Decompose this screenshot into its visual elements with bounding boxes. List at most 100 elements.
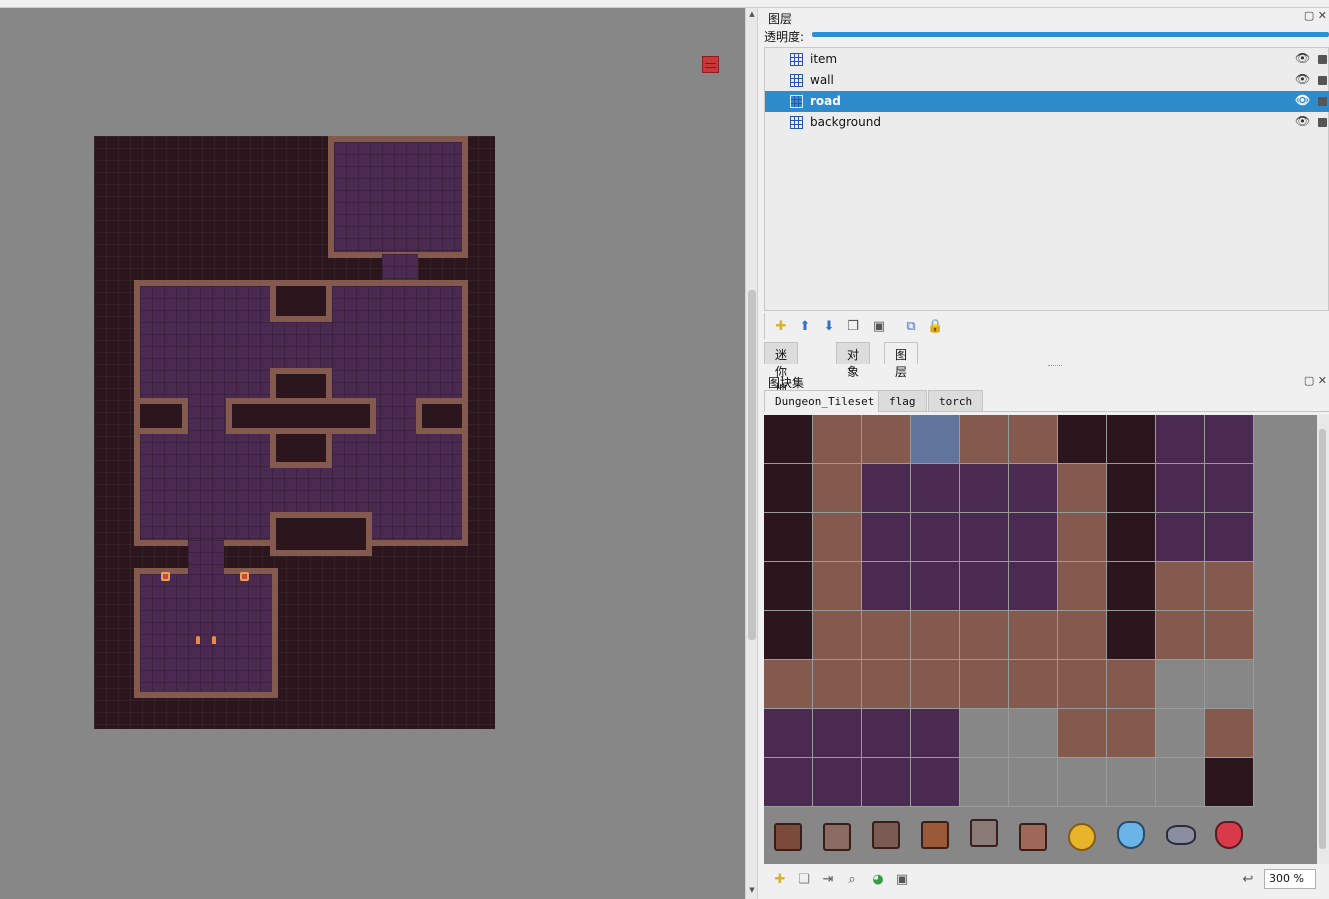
tile-map[interactable] — [94, 136, 495, 729]
tile-cell[interactable] — [1058, 415, 1107, 464]
opacity-slider[interactable] — [812, 32, 1329, 37]
tile-cell[interactable] — [862, 464, 911, 513]
tile-cell[interactable] — [813, 415, 862, 464]
tile-cell[interactable] — [1205, 513, 1254, 562]
tile-cell[interactable] — [960, 513, 1009, 562]
map-canvas[interactable] — [0, 8, 745, 899]
tile-cell[interactable] — [764, 513, 813, 562]
tile-cell[interactable] — [1058, 464, 1107, 513]
tile-cell[interactable] — [911, 415, 960, 464]
chest-icon[interactable] — [921, 821, 949, 849]
scroll-up-icon[interactable]: ▲ — [748, 10, 756, 18]
tile-cell[interactable] — [1205, 611, 1254, 660]
coin-icon[interactable] — [1068, 823, 1096, 851]
tab-layers[interactable]: 图层 — [884, 342, 919, 379]
tile-cell[interactable] — [764, 464, 813, 513]
tile-cell[interactable] — [862, 562, 911, 611]
new-tileset-icon[interactable]: ✚ — [772, 872, 788, 888]
scrollbar-thumb[interactable] — [748, 290, 756, 640]
tile-cell[interactable] — [1009, 709, 1058, 758]
tile-cell[interactable] — [1156, 660, 1205, 709]
tile-cell[interactable] — [1205, 464, 1254, 513]
tile-cell[interactable] — [960, 660, 1009, 709]
tile-cell[interactable] — [862, 611, 911, 660]
tile-cell[interactable] — [960, 415, 1009, 464]
chest-open-icon[interactable] — [970, 819, 998, 847]
terrain-icon[interactable]: ◕ — [870, 872, 886, 888]
tile-cell[interactable] — [1156, 611, 1205, 660]
tile-cell[interactable] — [1156, 513, 1205, 562]
tile-cell[interactable] — [813, 709, 862, 758]
tile-cell[interactable] — [1058, 611, 1107, 660]
layer-row-item[interactable]: item 👁 — [765, 49, 1329, 70]
tile-cell[interactable] — [764, 758, 813, 807]
tile-cell[interactable] — [1009, 562, 1058, 611]
arrow-up-icon[interactable]: ⬆ — [797, 319, 813, 335]
tile-cell[interactable] — [911, 513, 960, 562]
chest-icon[interactable] — [774, 823, 802, 851]
chest-open-icon[interactable] — [872, 821, 900, 849]
tile-cell[interactable] — [1156, 709, 1205, 758]
tile-cell[interactable] — [1058, 562, 1107, 611]
tileset-properties-icon[interactable]: ⌕ — [844, 872, 860, 888]
tile-cell[interactable] — [1009, 611, 1058, 660]
new-layer-icon[interactable]: ✚ — [773, 319, 789, 335]
tile-cell[interactable] — [813, 758, 862, 807]
lock-icon[interactable] — [1318, 76, 1327, 85]
tile-cell[interactable] — [1107, 464, 1156, 513]
merge-layer-icon[interactable]: ⧉ — [903, 319, 919, 335]
chest-icon[interactable] — [1019, 823, 1047, 851]
tile-cell[interactable] — [960, 611, 1009, 660]
tile-cell[interactable] — [862, 660, 911, 709]
tile-cell[interactable] — [764, 562, 813, 611]
tile-cell[interactable] — [1058, 758, 1107, 807]
tile-cell[interactable] — [764, 415, 813, 464]
dock-float-close-icon[interactable]: ▢ ✕ — [1304, 374, 1327, 387]
tile-cell[interactable] — [813, 513, 862, 562]
red-potion-icon[interactable] — [1215, 821, 1243, 849]
eye-icon[interactable]: 👁 — [1295, 52, 1310, 65]
tile-cell[interactable] — [960, 709, 1009, 758]
tile-cell[interactable] — [813, 611, 862, 660]
tile-cell[interactable] — [1009, 660, 1058, 709]
tile-cell[interactable] — [1009, 513, 1058, 562]
tileset-scrollbar[interactable] — [1317, 415, 1329, 864]
tile-cell[interactable] — [764, 660, 813, 709]
tile-cell[interactable] — [1107, 562, 1156, 611]
tile-cell[interactable] — [911, 758, 960, 807]
tile-cell[interactable] — [862, 513, 911, 562]
tile-cell[interactable] — [1205, 415, 1254, 464]
tile-cell[interactable] — [1058, 513, 1107, 562]
tile-cell[interactable] — [1107, 513, 1156, 562]
tile-cell[interactable] — [813, 562, 862, 611]
lock-icon[interactable] — [1318, 55, 1327, 64]
tile-cell[interactable] — [1205, 709, 1254, 758]
blue-potion-icon[interactable] — [1117, 821, 1145, 849]
tile-cell[interactable] — [1009, 758, 1058, 807]
export-icon[interactable]: ⇥ — [820, 872, 836, 888]
canvas-scrollbar[interactable]: ▲ ▼ — [745, 8, 758, 899]
zoom-select[interactable]: 300 % — [1264, 869, 1316, 889]
chest-icon[interactable] — [823, 823, 851, 851]
trash-icon[interactable]: ▣ — [871, 319, 887, 335]
tile-cell[interactable] — [911, 464, 960, 513]
tab-objects[interactable]: 对象 — [836, 342, 871, 379]
tile-cell[interactable] — [960, 758, 1009, 807]
dock-float-close-icon[interactable]: ▢ ✕ — [1304, 9, 1327, 22]
tile-cell[interactable] — [764, 611, 813, 660]
arrow-down-icon[interactable]: ⬇ — [821, 319, 837, 335]
tab-dungeon-tileset[interactable]: Dungeon_Tileset — [764, 390, 886, 412]
tile-cell[interactable] — [1156, 415, 1205, 464]
tile-cell[interactable] — [764, 709, 813, 758]
lock-icon[interactable] — [1318, 118, 1327, 127]
tile-cell[interactable] — [911, 562, 960, 611]
tile-cell[interactable] — [1205, 562, 1254, 611]
tile-cell[interactable] — [1107, 758, 1156, 807]
layer-row-wall[interactable]: wall 👁 — [765, 70, 1329, 91]
lock-icon[interactable] — [1318, 97, 1327, 106]
tile-cell[interactable] — [1107, 709, 1156, 758]
scrollbar-thumb[interactable] — [1319, 429, 1326, 849]
tile-cell[interactable] — [1107, 660, 1156, 709]
tile-cell[interactable] — [862, 709, 911, 758]
tab-torch[interactable]: torch — [928, 390, 984, 412]
